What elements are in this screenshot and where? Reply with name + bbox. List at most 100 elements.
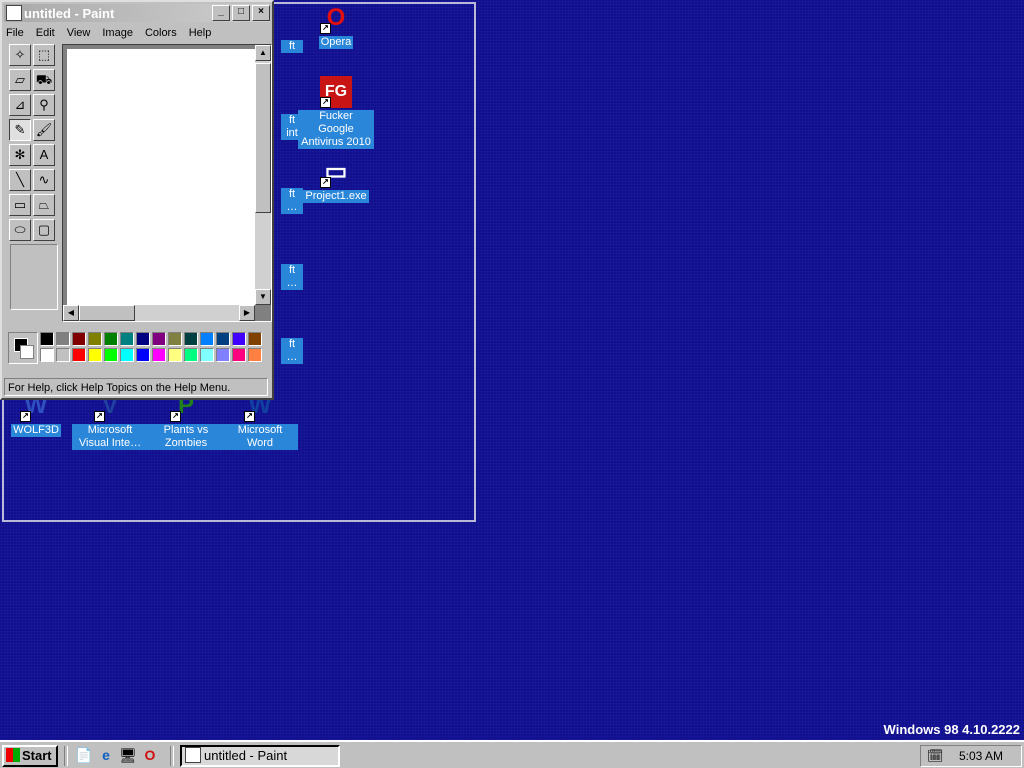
menu-help[interactable]: Help — [189, 27, 212, 39]
tool-magnifier-icon[interactable]: ⚲ — [33, 94, 55, 116]
desktop-icon-label: Microsoft Word — [222, 424, 298, 450]
palette-swatch[interactable] — [120, 332, 134, 346]
shortcut-arrow-icon: ↗ — [320, 23, 331, 34]
palette-swatch[interactable] — [184, 348, 198, 362]
palette-swatch[interactable] — [136, 332, 150, 346]
palette-swatch[interactable] — [232, 332, 246, 346]
menu-image[interactable]: Image — [102, 27, 133, 39]
palette-swatch[interactable] — [152, 332, 166, 346]
desktop-icon-label: Project1.exe — [303, 190, 369, 203]
shortcut-arrow-icon: ↗ — [94, 411, 105, 422]
palette-swatch[interactable] — [72, 348, 86, 362]
clock[interactable]: 5:03 AM — [959, 749, 1003, 763]
maximize-button[interactable]: □ — [232, 5, 250, 21]
background-color — [20, 345, 34, 359]
palette-swatch[interactable] — [56, 348, 70, 362]
scroll-left-button[interactable]: ◀ — [63, 305, 79, 321]
desktop-icon-label: ft … — [281, 338, 303, 364]
paint-window[interactable]: untitled - Paint _ □ × File Edit View Im… — [0, 0, 274, 400]
palette-swatch[interactable] — [40, 332, 54, 346]
palette-swatch[interactable] — [168, 348, 182, 362]
tool-text-icon[interactable]: A — [33, 144, 55, 166]
tool-fill-icon[interactable]: ⛟ — [33, 69, 55, 91]
horizontal-scrollbar[interactable]: ◀ ▶ — [63, 305, 255, 321]
palette-swatch[interactable] — [88, 348, 102, 362]
tool-polygon-icon[interactable]: ⏢ — [33, 194, 55, 216]
tool-brush-icon[interactable]: 🖌 — [33, 119, 55, 141]
palette-swatch[interactable] — [136, 348, 150, 362]
desktop-icon-label: Plants vs Zombies — [148, 424, 224, 450]
palette-swatch[interactable] — [248, 348, 262, 362]
scheduler-icon[interactable]: 🗓 — [927, 748, 944, 764]
desktop-icon-label: Opera — [318, 36, 354, 49]
task-label: untitled - Paint — [204, 748, 288, 763]
windows-version: Windows 98 4.10.2222 — [883, 722, 1020, 737]
channels-icon[interactable]: 🖥 — [118, 746, 138, 764]
shortcut-arrow-icon: ↗ — [170, 411, 181, 422]
palette-swatch[interactable] — [88, 332, 102, 346]
palette-swatch[interactable] — [40, 348, 54, 362]
palette-swatch[interactable] — [232, 348, 246, 362]
vertical-scroll-thumb[interactable] — [255, 63, 271, 213]
tool-line-icon[interactable]: ╲ — [9, 169, 31, 191]
tool-free-select-icon[interactable]: ✧ — [9, 44, 31, 66]
title-bar[interactable]: untitled - Paint _ □ × — [4, 4, 270, 22]
menu-bar: File Edit View Image Colors Help — [2, 24, 272, 42]
drawing-canvas[interactable] — [67, 49, 255, 307]
desktop-icon-label: ft int — [281, 114, 303, 140]
menu-edit[interactable]: Edit — [36, 27, 55, 39]
toolbox: ✧ ⬚ ▱ ⛟ ⊿ ⚲ ✎ 🖌 ✻ A ╲ ∿ ▭ ⏢ ⬭ ▢ — [8, 44, 60, 314]
palette-swatch[interactable] — [200, 348, 214, 362]
palette-swatch[interactable] — [152, 348, 166, 362]
desktop-icon-label: ft … — [281, 188, 303, 214]
tool-rect-select-icon[interactable]: ⬚ — [33, 44, 55, 66]
tool-options[interactable] — [10, 244, 58, 310]
current-colors[interactable] — [8, 332, 38, 364]
menu-file[interactable]: File — [6, 27, 24, 39]
start-button[interactable]: Start — [2, 745, 58, 767]
shortcut-arrow-icon: ↗ — [244, 411, 255, 422]
opera-quicklaunch-icon[interactable]: O — [140, 746, 160, 764]
internet-explorer-icon[interactable]: e — [96, 746, 116, 764]
palette-swatch[interactable] — [120, 348, 134, 362]
scroll-down-button[interactable]: ▼ — [255, 289, 271, 305]
status-bar: For Help, click Help Topics on the Help … — [4, 378, 268, 396]
desktop-icon-label: ft … — [281, 264, 303, 290]
taskbar: Start 📄 e 🖥 O untitled - Paint 🗓 5:03 AM — [0, 740, 1024, 768]
color-palette — [8, 332, 264, 366]
scroll-up-button[interactable]: ▲ — [255, 45, 271, 61]
tool-ellipse-icon[interactable]: ⬭ — [9, 219, 31, 241]
palette-swatch[interactable] — [104, 332, 118, 346]
tool-curve-icon[interactable]: ∿ — [33, 169, 55, 191]
close-button[interactable]: × — [252, 5, 270, 21]
palette-swatch[interactable] — [168, 332, 182, 346]
task-paint[interactable]: untitled - Paint — [180, 745, 340, 767]
canvas-area: ▲ ▼ ◀ ▶ — [62, 44, 272, 322]
fg-icon: FG ↗ — [320, 76, 352, 108]
paint-app-icon — [6, 5, 22, 21]
shortcut-arrow-icon: ↗ — [320, 177, 331, 188]
tool-pencil-icon[interactable]: ✎ — [9, 119, 31, 141]
palette-swatch[interactable] — [72, 332, 86, 346]
palette-swatch[interactable] — [56, 332, 70, 346]
palette-swatch[interactable] — [200, 332, 214, 346]
palette-swatch[interactable] — [216, 332, 230, 346]
tool-airbrush-icon[interactable]: ✻ — [9, 144, 31, 166]
tool-rectangle-icon[interactable]: ▭ — [9, 194, 31, 216]
palette-swatch[interactable] — [104, 348, 118, 362]
menu-colors[interactable]: Colors — [145, 27, 177, 39]
scroll-right-button[interactable]: ▶ — [239, 305, 255, 321]
tool-rounded-rectangle-icon[interactable]: ▢ — [33, 219, 55, 241]
palette-swatch[interactable] — [216, 348, 230, 362]
palette-swatch[interactable] — [184, 332, 198, 346]
windows-flag-icon — [6, 748, 20, 762]
tool-eraser-icon[interactable]: ▱ — [9, 69, 31, 91]
paint-task-icon — [185, 747, 201, 763]
horizontal-scroll-thumb[interactable] — [79, 305, 135, 321]
menu-view[interactable]: View — [67, 27, 91, 39]
vertical-scrollbar[interactable]: ▲ ▼ — [255, 45, 271, 305]
minimize-button[interactable]: _ — [212, 5, 230, 21]
show-desktop-icon[interactable]: 📄 — [74, 746, 94, 764]
tool-picker-icon[interactable]: ⊿ — [9, 94, 31, 116]
palette-swatch[interactable] — [248, 332, 262, 346]
